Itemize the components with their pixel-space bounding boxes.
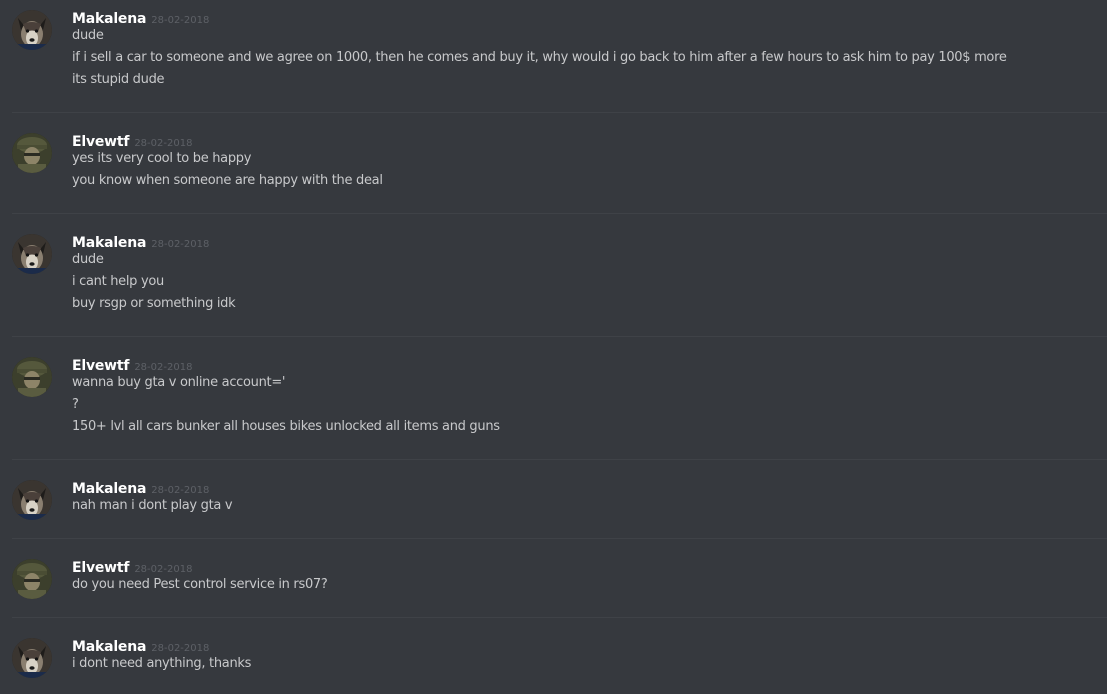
message-header: Elvewtf 28-02-2018 xyxy=(72,355,192,375)
message-text: buy rsgp or something idk xyxy=(72,296,236,311)
username[interactable]: Makalena xyxy=(72,639,146,655)
message-divider xyxy=(12,213,1107,214)
timestamp: 28-02-2018 xyxy=(134,564,193,575)
username[interactable]: Makalena xyxy=(72,235,146,251)
username[interactable]: Makalena xyxy=(72,11,146,27)
username[interactable]: Elvewtf xyxy=(72,560,130,576)
message-text: its stupid dude xyxy=(72,72,165,87)
message-divider xyxy=(12,459,1107,460)
message-header: Elvewtf 28-02-2018 xyxy=(72,131,192,151)
message-text: yes its very cool to be happy xyxy=(72,151,252,166)
soldier-avatar[interactable] xyxy=(12,133,52,173)
username[interactable]: Makalena xyxy=(72,481,146,497)
message-text: i cant help you xyxy=(72,274,164,289)
message-header: Makalena 28-02-2018 xyxy=(72,478,209,498)
dog-avatar[interactable] xyxy=(12,10,52,50)
timestamp: 28-02-2018 xyxy=(151,239,210,250)
dog-avatar[interactable] xyxy=(12,480,52,520)
timestamp: 28-02-2018 xyxy=(134,138,193,149)
message-divider xyxy=(12,112,1107,113)
dog-avatar[interactable] xyxy=(12,234,52,274)
message-text: 150+ lvl all cars bunker all houses bike… xyxy=(72,419,500,434)
message-divider xyxy=(12,538,1107,539)
timestamp: 28-02-2018 xyxy=(151,643,210,654)
timestamp: 28-02-2018 xyxy=(151,485,210,496)
message-text: you know when someone are happy with the… xyxy=(72,173,383,188)
message-header: Makalena 28-02-2018 xyxy=(72,232,209,252)
message-header: Makalena 28-02-2018 xyxy=(72,636,209,656)
message-text: dude xyxy=(72,28,104,43)
message-text: do you need Pest control service in rs07… xyxy=(72,577,328,592)
soldier-avatar[interactable] xyxy=(12,357,52,397)
message-divider xyxy=(12,336,1107,337)
message-header: Makalena 28-02-2018 xyxy=(72,8,209,28)
message-text: nah man i dont play gta v xyxy=(72,498,233,513)
soldier-avatar[interactable] xyxy=(12,559,52,599)
chat-messages: Makalena 28-02-2018 dude if i sell a car to… xyxy=(0,0,1107,694)
message-divider xyxy=(12,617,1107,618)
message-text: wanna buy gta v online account=' xyxy=(72,375,286,390)
message-text: dude xyxy=(72,252,104,267)
message-text: ? xyxy=(72,397,79,412)
message-text: i dont need anything, thanks xyxy=(72,656,252,671)
timestamp: 28-02-2018 xyxy=(134,362,193,373)
message-text: if i sell a car to someone and we agree … xyxy=(72,50,1007,65)
message-header: Elvewtf 28-02-2018 xyxy=(72,557,192,577)
timestamp: 28-02-2018 xyxy=(151,15,210,26)
username[interactable]: Elvewtf xyxy=(72,358,130,374)
dog-avatar[interactable] xyxy=(12,638,52,678)
username[interactable]: Elvewtf xyxy=(72,134,130,150)
